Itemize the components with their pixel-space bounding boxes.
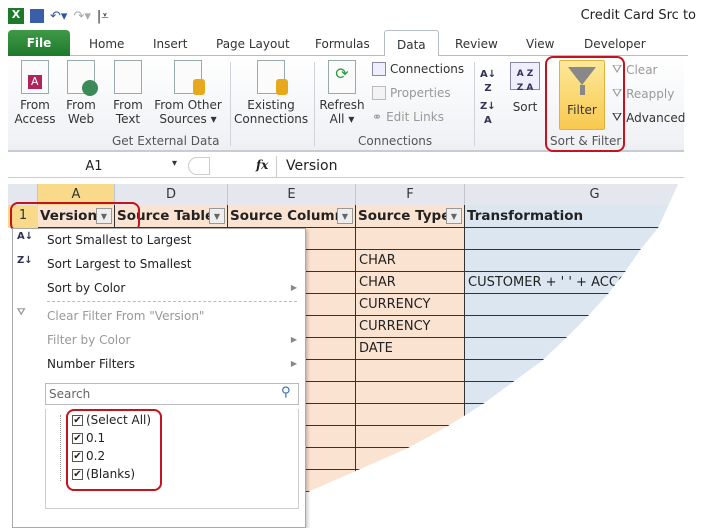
existing-connections-button[interactable]: Existing Connections [234, 60, 308, 126]
sort-button[interactable]: A ZZ A Sort [508, 62, 542, 114]
cell-transformation[interactable] [465, 382, 680, 404]
filter-dropdown-menu: A↓ Sort Smallest to Largest Z↓ Sort Larg… [12, 228, 306, 528]
sort-descending-icon: Z↓ [17, 255, 33, 266]
menu-item-number-filters[interactable]: Number Filters [47, 357, 135, 371]
undo-icon[interactable]: ↶▾ [50, 9, 67, 24]
cell-transformation[interactable] [465, 404, 680, 426]
properties-button: Properties [372, 86, 451, 100]
connections-icon [372, 62, 386, 76]
cell-source-type[interactable] [356, 470, 465, 492]
database-icon [174, 60, 205, 95]
connections-button[interactable]: Connections [372, 62, 464, 76]
tab-formulas[interactable]: Formulas [315, 34, 370, 56]
formula-bar: A1 ▾ fx Version [8, 156, 684, 178]
cell-source-type[interactable] [356, 360, 465, 382]
cell-source-type[interactable]: CHAR [356, 272, 465, 294]
redo-icon: ↷▾ [73, 8, 91, 24]
tab-page-layout[interactable]: Page Layout [216, 34, 290, 56]
search-icon: ⚲ [281, 385, 291, 400]
cell-transformation[interactable] [465, 316, 680, 338]
excel-icon: X [8, 8, 24, 24]
search-input[interactable]: Search [45, 383, 299, 405]
header-cell-source-type[interactable]: Source Type ▼ [356, 205, 465, 228]
filter-dropdown-button[interactable]: ▼ [337, 208, 353, 224]
resize-handle[interactable] [188, 157, 210, 175]
from-other-sources-button[interactable]: From Other Sources ▾ [154, 60, 222, 126]
from-access-button[interactable]: A From Access [14, 60, 56, 126]
ribbon-tabs: File Home Insert Page Layout Formulas Da… [8, 30, 688, 57]
window-title: Credit Card Src to [580, 8, 696, 23]
cell-transformation[interactable] [465, 228, 680, 250]
submenu-arrow-icon: ▶ [290, 283, 297, 292]
globe-icon [67, 60, 98, 96]
tab-view[interactable]: View [526, 34, 554, 56]
column-header-e[interactable]: E [228, 184, 356, 205]
refresh-icon: ⟳ [328, 60, 356, 94]
formula-input[interactable]: Version [286, 158, 337, 174]
cell-source-type[interactable] [356, 382, 465, 404]
menu-item-clear-filter: Clear Filter From "Version" [47, 309, 205, 323]
refresh-all-button[interactable]: ⟳ Refresh All ▾ [318, 60, 366, 126]
cell-source-type[interactable]: DATE [356, 338, 465, 360]
tab-file[interactable]: File [8, 30, 70, 56]
filter-dropdown-button[interactable]: ▼ [446, 208, 462, 224]
cell-transformation[interactable] [465, 338, 680, 360]
menu-item-sort-largest-to-smallest[interactable]: Sort Largest to Smallest [47, 257, 191, 271]
chevron-down-icon[interactable]: ▾ [172, 158, 177, 169]
clear-filter-icon: ⛛ [17, 307, 26, 318]
menu-item-sort-by-color[interactable]: Sort by Color [47, 281, 125, 295]
group-label-connections: Connections [358, 134, 433, 148]
cell-transformation[interactable] [465, 294, 680, 316]
fx-icon[interactable]: fx [256, 158, 268, 172]
text-file-icon [114, 60, 142, 94]
tab-data[interactable]: Data [384, 30, 439, 57]
highlight-box [66, 409, 162, 491]
column-header-g[interactable]: G [465, 184, 680, 205]
tab-home[interactable]: Home [89, 34, 124, 56]
from-web-button[interactable]: From Web [62, 60, 100, 126]
tab-developer[interactable]: Developer [584, 34, 646, 56]
database-icon [257, 60, 288, 95]
cell-transformation[interactable] [465, 360, 680, 382]
value-list[interactable]: ✔ (Select All) ✔ 0.1 ✔ 0.2 ✔ (Blanks) [45, 409, 299, 509]
quick-access-toolbar: X ↶▾ ↷▾ |⩡ [8, 6, 109, 26]
properties-icon [372, 86, 386, 100]
cell-source-type[interactable]: CHAR [356, 250, 465, 272]
cell-source-type[interactable] [356, 228, 465, 250]
sort-icon: A ZZ A [510, 62, 540, 93]
customize-icon[interactable]: |⩡ [97, 9, 109, 24]
column-header-f[interactable]: F [356, 184, 465, 205]
ribbon: A From Access From Web From Text From Other S… [8, 56, 685, 152]
from-text-button[interactable]: From Text [108, 60, 148, 126]
header-cell-source-column[interactable]: Source Column ▼ [228, 205, 356, 228]
cell-transformation[interactable]: CUSTOMER + ' ' + ACCO [465, 272, 680, 294]
cell-source-type[interactable]: CURRENCY [356, 294, 465, 316]
cell-source-type[interactable] [356, 426, 465, 448]
sort-ascending-icon: A↓ [17, 231, 34, 242]
cell-source-type[interactable] [356, 404, 465, 426]
tab-insert[interactable]: Insert [153, 34, 187, 56]
name-box[interactable]: A1 [8, 156, 180, 177]
filter-dropdown-button[interactable]: ▼ [209, 208, 225, 224]
edit-links-button: ⚭ Edit Links [372, 110, 444, 124]
highlight-box [545, 56, 625, 152]
header-cell-transformation[interactable]: Transformation [465, 205, 680, 228]
submenu-arrow-icon: ▶ [290, 359, 297, 368]
menu-item-filter-by-color: Filter by Color [47, 333, 131, 347]
menu-item-sort-smallest-to-largest[interactable]: Sort Smallest to Largest [47, 233, 191, 247]
save-icon[interactable] [30, 9, 44, 23]
cell-source-type[interactable]: CURRENCY [356, 316, 465, 338]
link-icon: ⚭ [372, 110, 383, 124]
cell-source-type[interactable] [356, 448, 465, 470]
sort-a-to-z-button[interactable]: A↓ Z [480, 68, 496, 96]
sort-z-to-a-button[interactable]: Z↓ A [480, 100, 496, 128]
access-icon: A [21, 60, 49, 94]
cell-transformation[interactable] [465, 250, 680, 272]
submenu-arrow-icon: ▶ [290, 335, 297, 344]
tab-review[interactable]: Review [455, 34, 498, 56]
group-label-get-external-data: Get External Data [112, 134, 220, 148]
